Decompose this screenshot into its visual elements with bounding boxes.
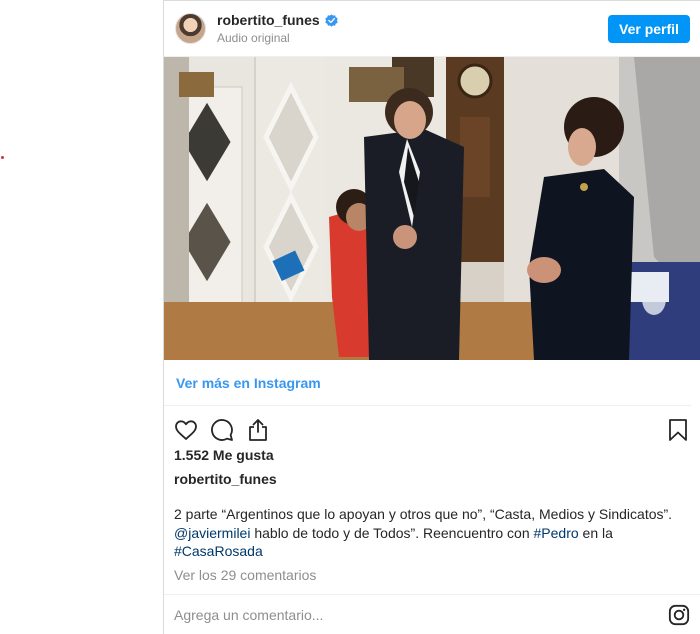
see-more-link[interactable]: Ver más en Instagram xyxy=(176,375,321,391)
audio-label[interactable]: Audio original xyxy=(217,31,608,45)
comment-bubble-icon[interactable] xyxy=(210,418,234,442)
post-media[interactable] xyxy=(164,57,700,360)
instagram-logo-icon[interactable] xyxy=(668,604,690,626)
stray-dot xyxy=(1,156,4,159)
instagram-embed: robertito_funes Audio original Ver perfi… xyxy=(163,0,700,634)
hashtag-link[interactable]: #CasaRosada xyxy=(174,543,263,559)
username-row: robertito_funes xyxy=(217,12,608,28)
caption-author[interactable]: robertito_funes xyxy=(174,471,277,487)
share-icon[interactable] xyxy=(246,418,270,442)
username-link[interactable]: robertito_funes xyxy=(217,12,320,28)
bookmark-icon[interactable] xyxy=(666,418,690,442)
comment-bar xyxy=(164,594,700,634)
comment-input[interactable] xyxy=(174,607,668,623)
post-photo xyxy=(164,57,700,360)
view-profile-button[interactable]: Ver perfil xyxy=(608,14,690,43)
post-header: robertito_funes Audio original Ver perfi… xyxy=(164,1,700,57)
caption-text: hablo de todo y de Todos”. Reencuentro c… xyxy=(250,524,534,541)
caption-text: 2 parte “Argentinos que lo apoyan y otro… xyxy=(174,506,673,522)
like-count[interactable]: 1.552 Me gusta xyxy=(174,447,274,463)
hashtag-link[interactable]: #Pedro xyxy=(534,525,579,541)
action-bar xyxy=(164,409,700,449)
view-comments-link[interactable]: Ver los 29 comentarios xyxy=(174,567,316,583)
see-more-row: Ver más en Instagram xyxy=(164,360,691,406)
heart-icon[interactable] xyxy=(174,418,198,442)
mention-link[interactable]: @javiermilei xyxy=(174,525,250,541)
post-caption: 2 parte “Argentinos que lo apoyan y otro… xyxy=(174,505,686,561)
user-info: robertito_funes Audio original xyxy=(217,12,608,45)
verified-badge-icon xyxy=(325,13,338,27)
caption-text: en la xyxy=(578,524,613,541)
user-avatar[interactable] xyxy=(175,13,206,44)
